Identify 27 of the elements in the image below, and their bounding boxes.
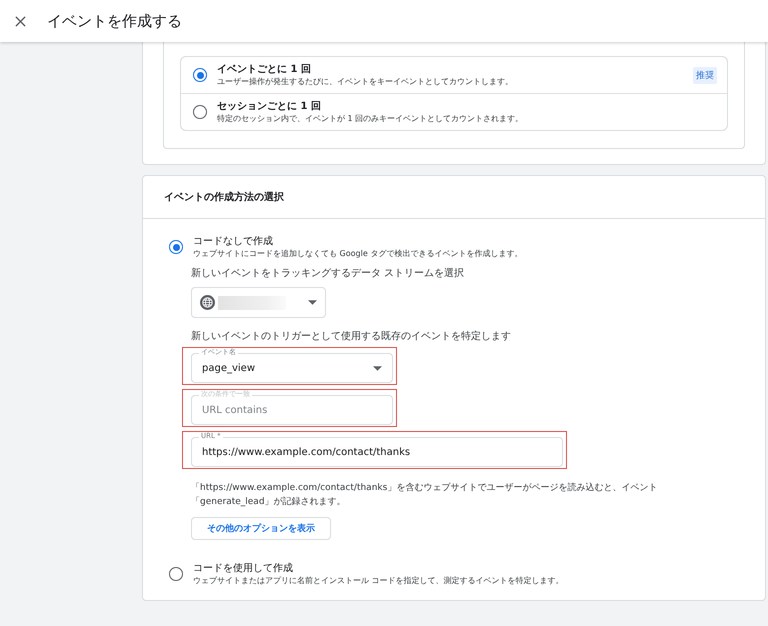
recommended-badge: 推奨 — [693, 66, 717, 84]
stream-dropdown[interactable] — [191, 287, 326, 318]
option-title: コードなしで作成 — [193, 235, 274, 248]
radio-button[interactable] — [169, 240, 183, 254]
radio-button[interactable] — [193, 68, 207, 82]
option-title: コードを使用して作成 — [193, 562, 294, 575]
globe-icon — [200, 295, 215, 310]
option-description: ユーザー操作が発生するたびに、イベントをキーイベントとしてカウントします。 — [217, 76, 514, 87]
option-row[interactable]: セッションごとに 1 回 特定のセッション内で、イベントが 1 回のみキーイベントとしてカウントされます。 — [181, 93, 727, 130]
option-row[interactable]: イベントごとに 1 回 ユーザー操作が発生するたびに、イベントをキーイベントとしてカウントします。 推奨 — [181, 57, 727, 93]
option-description: 特定のセッション内で、イベントが 1 回のみキーイベントとしてカウントされます。 — [217, 113, 524, 124]
radio-button[interactable] — [193, 105, 207, 119]
more-options-button[interactable]: その他のオプションを表示 — [191, 517, 331, 540]
section-title: イベントの作成方法の選択 — [164, 190, 284, 204]
stream-label: 新しいイベントをトラッキングするデータ ストリームを選択 — [191, 267, 464, 280]
dialog-title: イベントを作成する — [47, 12, 182, 30]
caret-icon — [308, 300, 317, 305]
option-title: イベントごとに 1 回 — [217, 63, 312, 76]
trigger-label: 新しいイベントのトリガーとして使用する既存のイベントを特定します — [191, 330, 511, 343]
radio-button[interactable] — [169, 567, 183, 581]
option-description: ウェブサイトにコードを追加しなくても Google タグで検出できるイベントを作成します。 — [193, 248, 524, 259]
redacted-text — [218, 296, 286, 310]
caret-icon — [373, 366, 382, 370]
option-title: セッションごとに 1 回 — [217, 100, 322, 113]
description-text: 「https://www.example.com/contact/thanks」を含むウェブサイトでユーザーがページを読み込むと、イベント「generate_lead」が記録されます。 — [191, 482, 658, 509]
close-icon[interactable] — [15, 16, 26, 26]
option-description: ウェブサイトまたはアプリに名前とインストール コードを指定して、測定するイベントを特定します。 — [193, 575, 565, 586]
